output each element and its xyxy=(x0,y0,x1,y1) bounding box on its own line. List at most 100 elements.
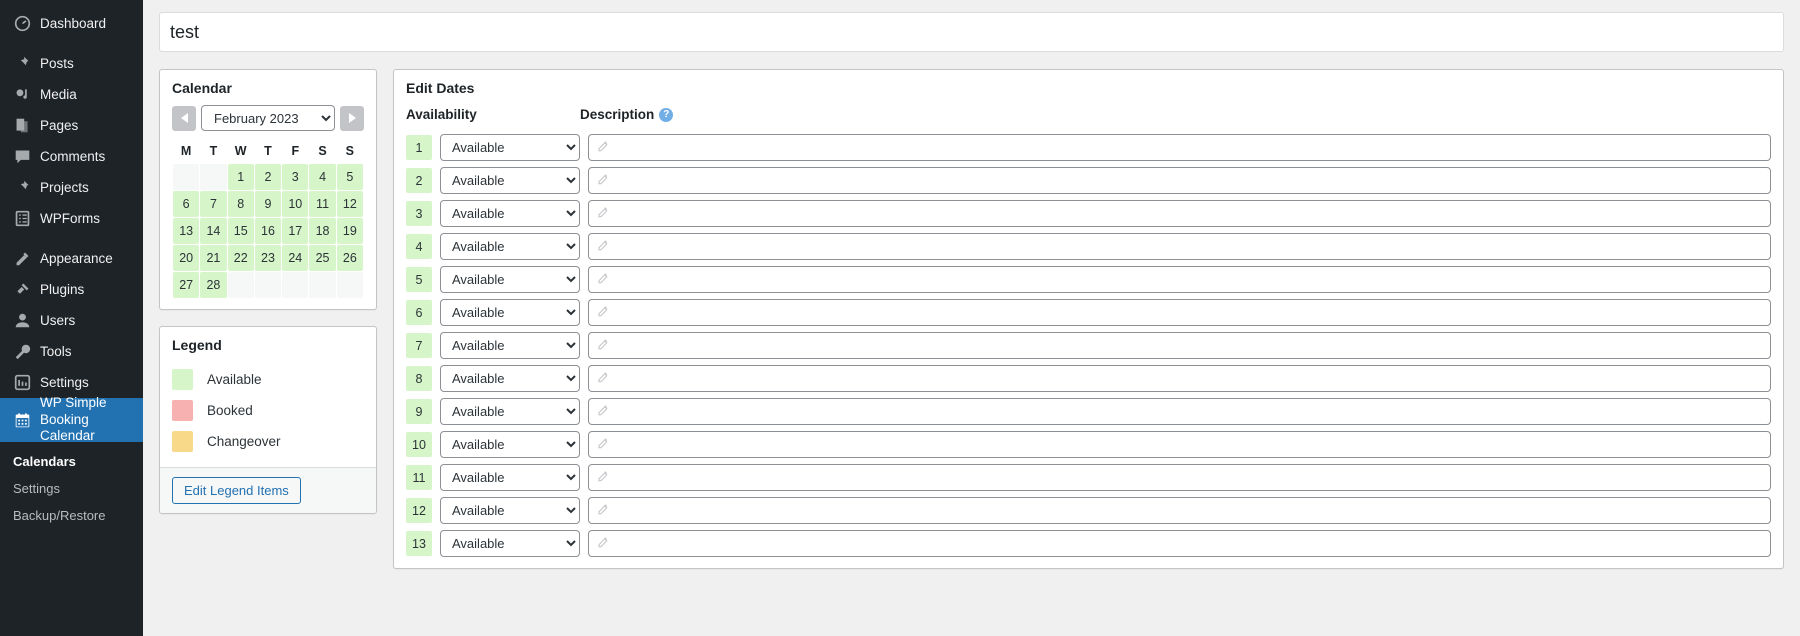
edit-legend-items-button[interactable]: Edit Legend Items xyxy=(172,477,301,504)
calendar-day-cell[interactable]: 16 xyxy=(254,218,282,244)
sidebar-item-comments[interactable]: Comments xyxy=(0,141,143,172)
availability-select[interactable]: AvailableBookedChangeover xyxy=(440,332,580,359)
prev-month-button[interactable] xyxy=(172,105,196,131)
availability-select[interactable]: AvailableBookedChangeover xyxy=(440,530,580,557)
pages-icon xyxy=(13,117,31,135)
users-icon xyxy=(13,312,31,330)
description-input[interactable] xyxy=(588,299,1771,326)
calendar-title-input[interactable] xyxy=(159,12,1784,52)
media-icon xyxy=(13,86,31,104)
weekday-header: T xyxy=(209,143,218,158)
description-input[interactable] xyxy=(588,167,1771,194)
description-field-wrapper xyxy=(588,167,1771,194)
calendar-day-cell[interactable]: 10 xyxy=(282,191,309,217)
date-row: 6 AvailableBookedChangeover xyxy=(406,296,1771,329)
calendar-day-cell[interactable]: 24 xyxy=(282,245,309,271)
sidebar-item-appearance[interactable]: Appearance xyxy=(0,243,143,274)
comments-icon xyxy=(13,148,31,166)
next-month-button[interactable] xyxy=(340,105,364,131)
settings-icon xyxy=(13,374,31,392)
availability-select[interactable]: AvailableBookedChangeover xyxy=(440,431,580,458)
description-input[interactable] xyxy=(588,332,1771,359)
availability-select[interactable]: AvailableBookedChangeover xyxy=(440,497,580,524)
calendar-week-row: 27 28 xyxy=(173,272,363,298)
sidebar-item-projects[interactable]: Projects xyxy=(0,172,143,203)
calendar-day-cell[interactable]: 13 xyxy=(173,218,200,244)
legend-color-swatch xyxy=(172,400,193,421)
description-input[interactable] xyxy=(588,530,1771,557)
date-row-day-number: 12 xyxy=(406,498,432,523)
description-column-header: Description ? xyxy=(580,107,674,122)
sidebar-item-wp-simple-booking-calendar[interactable]: WP Simple Booking Calendar xyxy=(0,395,143,443)
availability-select[interactable]: AvailableBookedChangeover xyxy=(440,398,580,425)
plugins-icon xyxy=(13,281,31,299)
submenu-item-backup-restore[interactable]: Backup/Restore xyxy=(13,502,143,529)
calendar-day-cell[interactable]: 2 xyxy=(254,164,282,190)
calendar-day-cell[interactable]: 9 xyxy=(254,191,282,217)
calendar-day-cell[interactable]: 8 xyxy=(227,191,254,217)
sidebar-item-media[interactable]: Media xyxy=(0,79,143,110)
date-row: 3 AvailableBookedChangeover xyxy=(406,197,1771,230)
sidebar-item-posts[interactable]: Posts xyxy=(0,48,143,79)
calendar-day-cell[interactable]: 7 xyxy=(200,191,227,217)
calendar-day-cell[interactable]: 18 xyxy=(309,218,336,244)
calendar-empty-cell xyxy=(309,272,336,298)
calendar-empty-cell xyxy=(254,272,282,298)
description-input[interactable] xyxy=(588,266,1771,293)
calendar-day-cell[interactable]: 22 xyxy=(227,245,254,271)
calendar-day-cell[interactable]: 4 xyxy=(309,164,336,190)
date-row: 10 AvailableBookedChangeover xyxy=(406,428,1771,461)
calendar-day-cell[interactable]: 27 xyxy=(173,272,200,298)
availability-select[interactable]: AvailableBookedChangeover xyxy=(440,464,580,491)
description-input[interactable] xyxy=(588,233,1771,260)
calendar-day-cell[interactable]: 21 xyxy=(200,245,227,271)
calendar-day-cell[interactable]: 20 xyxy=(173,245,200,271)
description-input[interactable] xyxy=(588,431,1771,458)
calendar-day-cell[interactable]: 25 xyxy=(309,245,336,271)
sidebar-item-pages[interactable]: Pages xyxy=(0,110,143,141)
weekday-header: M xyxy=(180,143,192,158)
description-input[interactable] xyxy=(588,398,1771,425)
calendar-day-cell[interactable]: 12 xyxy=(336,191,363,217)
calendar-day-cell[interactable]: 1 xyxy=(227,164,254,190)
sidebar-item-wpforms[interactable]: WPForms xyxy=(0,203,143,234)
sidebar-item-users[interactable]: Users xyxy=(0,305,143,336)
month-select[interactable]: February 2023 xyxy=(201,105,335,131)
calendar-day-cell[interactable]: 17 xyxy=(282,218,309,244)
date-row: 12 AvailableBookedChangeover xyxy=(406,494,1771,527)
submenu-item-calendars[interactable]: Calendars xyxy=(13,448,143,475)
description-field-wrapper xyxy=(588,200,1771,227)
description-input[interactable] xyxy=(588,200,1771,227)
description-input[interactable] xyxy=(588,134,1771,161)
calendar-day-cell[interactable]: 19 xyxy=(336,218,363,244)
calendar-day-cell[interactable]: 15 xyxy=(227,218,254,244)
calendar-day-cell[interactable]: 14 xyxy=(200,218,227,244)
sidebar-item-tools[interactable]: Tools xyxy=(0,336,143,367)
sidebar-item-settings[interactable]: Settings xyxy=(0,367,143,398)
date-row-day-number: 4 xyxy=(406,234,432,259)
description-input[interactable] xyxy=(588,497,1771,524)
availability-select[interactable]: AvailableBookedChangeover xyxy=(440,365,580,392)
availability-select[interactable]: AvailableBookedChangeover xyxy=(440,233,580,260)
calendar-day-cell[interactable]: 5 xyxy=(336,164,363,190)
availability-select[interactable]: AvailableBookedChangeover xyxy=(440,266,580,293)
calendar-day-cell[interactable]: 3 xyxy=(282,164,309,190)
availability-select[interactable]: AvailableBookedChangeover xyxy=(440,167,580,194)
calendar-day-cell[interactable]: 23 xyxy=(254,245,282,271)
availability-select[interactable]: AvailableBookedChangeover xyxy=(440,299,580,326)
description-input[interactable] xyxy=(588,365,1771,392)
legend-color-swatch xyxy=(172,431,193,452)
availability-select[interactable]: AvailableBookedChangeover xyxy=(440,134,580,161)
calendar-day-cell[interactable]: 28 xyxy=(200,272,227,298)
description-input[interactable] xyxy=(588,464,1771,491)
help-icon[interactable]: ? xyxy=(659,107,674,122)
calendar-day-cell[interactable]: 11 xyxy=(309,191,336,217)
submenu-item-settings[interactable]: Settings xyxy=(13,475,143,502)
sidebar-item-dashboard[interactable]: Dashboard xyxy=(0,8,143,39)
calendar-day-cell[interactable]: 6 xyxy=(173,191,200,217)
legend-item-label: Booked xyxy=(207,403,253,418)
availability-select[interactable]: AvailableBookedChangeover xyxy=(440,200,580,227)
sidebar-item-plugins[interactable]: Plugins xyxy=(0,274,143,305)
calendar-day-cell[interactable]: 26 xyxy=(336,245,363,271)
calendar-panel: Calendar February 2023 MTWTF S S 1 2 3 4… xyxy=(159,69,377,310)
